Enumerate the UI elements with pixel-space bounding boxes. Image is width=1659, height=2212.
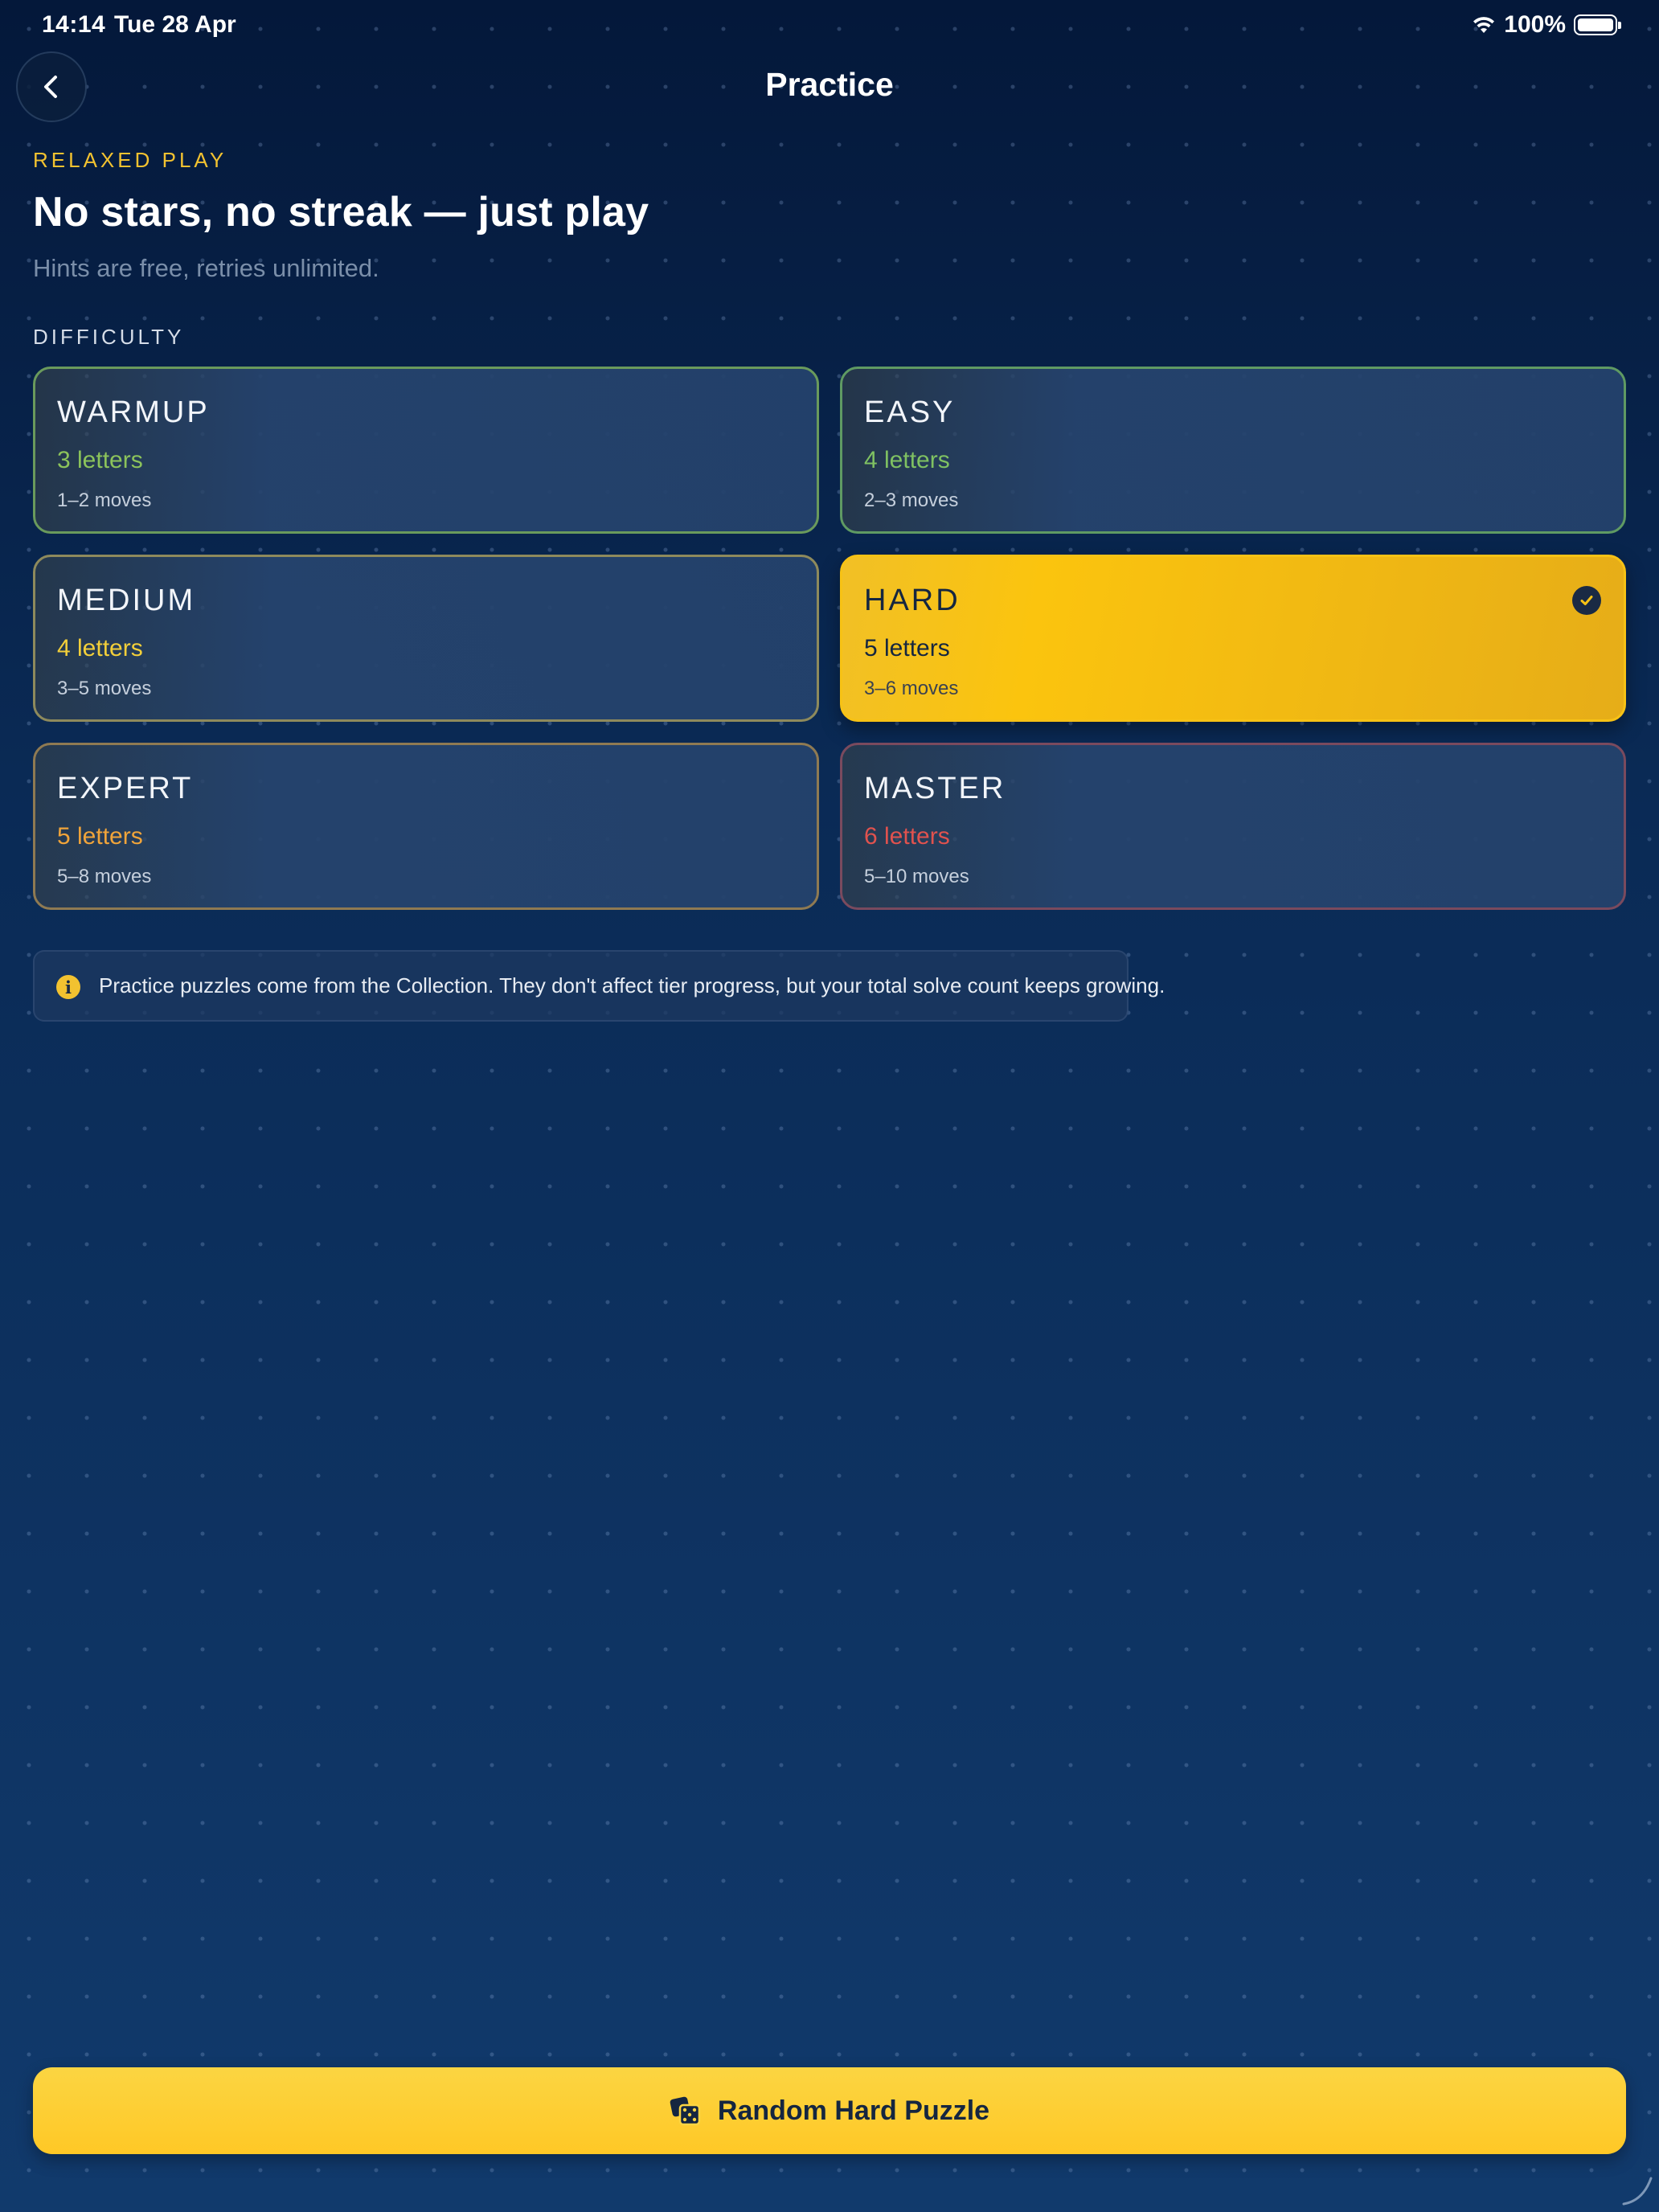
card-letters: 4 letters <box>864 447 950 473</box>
card-level: EASY <box>864 395 956 429</box>
card-moves: 1–2 moves <box>57 490 152 511</box>
eyebrow-label: RELAXED PLAY <box>33 148 227 172</box>
card-letters: 6 letters <box>864 823 950 850</box>
card-level: MEDIUM <box>57 584 196 617</box>
difficulty-card-expert[interactable]: EXPERT 5 letters 5–8 moves <box>33 743 819 910</box>
card-level: MASTER <box>864 772 1006 805</box>
headline: No stars, no streak — just play <box>33 189 649 236</box>
status-date: Tue 28 Apr <box>114 11 236 38</box>
difficulty-card-warmup[interactable]: WARMUP 3 letters 1–2 moves <box>33 367 819 534</box>
card-moves: 5–8 moves <box>57 866 152 887</box>
difficulty-card-easy[interactable]: EASY 4 letters 2–3 moves <box>840 367 1626 534</box>
card-letters: 5 letters <box>864 635 950 662</box>
difficulty-card-master[interactable]: MASTER 6 letters 5–10 moves <box>840 743 1626 910</box>
difficulty-card-hard[interactable]: HARD 5 letters 3–6 moves <box>840 555 1626 722</box>
battery-percent: 100% <box>1504 11 1566 38</box>
info-text: Practice puzzles come from the Collectio… <box>99 973 1165 997</box>
info-icon: i <box>56 975 80 999</box>
dice-icon <box>670 2096 701 2126</box>
dot-pattern-background <box>0 0 1659 2212</box>
card-level: EXPERT <box>57 772 194 805</box>
subtitle: Hints are free, retries unlimited. <box>33 254 379 282</box>
card-level: WARMUP <box>57 395 210 429</box>
page-title: Practice <box>765 66 894 103</box>
battery-icon <box>1574 14 1621 35</box>
wifi-icon <box>1473 17 1495 33</box>
card-letters: 4 letters <box>57 635 143 662</box>
status-bar: 14:14 Tue 28 Apr 100% <box>0 0 1659 51</box>
random-puzzle-label: Random Hard Puzzle <box>717 2095 990 2126</box>
card-moves: 2–3 moves <box>864 490 959 511</box>
card-level: HARD <box>864 584 961 617</box>
info-banner: i Practice puzzles come from the Collect… <box>33 950 1165 1022</box>
status-right: 100% <box>1472 11 1621 39</box>
section-label-difficulty: DIFFICULTY <box>33 325 185 349</box>
card-moves: 5–10 moves <box>864 866 969 887</box>
card-moves: 3–5 moves <box>57 678 152 699</box>
difficulty-card-medium[interactable]: MEDIUM 4 letters 3–5 moves <box>33 555 819 722</box>
checkmark-icon <box>1572 586 1601 615</box>
card-letters: 3 letters <box>57 447 143 473</box>
resize-handle-icon[interactable] <box>1619 2172 1654 2207</box>
random-puzzle-button[interactable]: Random Hard Puzzle <box>33 2067 1626 2154</box>
card-letters: 5 letters <box>57 823 143 850</box>
card-moves: 3–6 moves <box>864 678 959 699</box>
status-time: 14:14 <box>42 11 106 38</box>
